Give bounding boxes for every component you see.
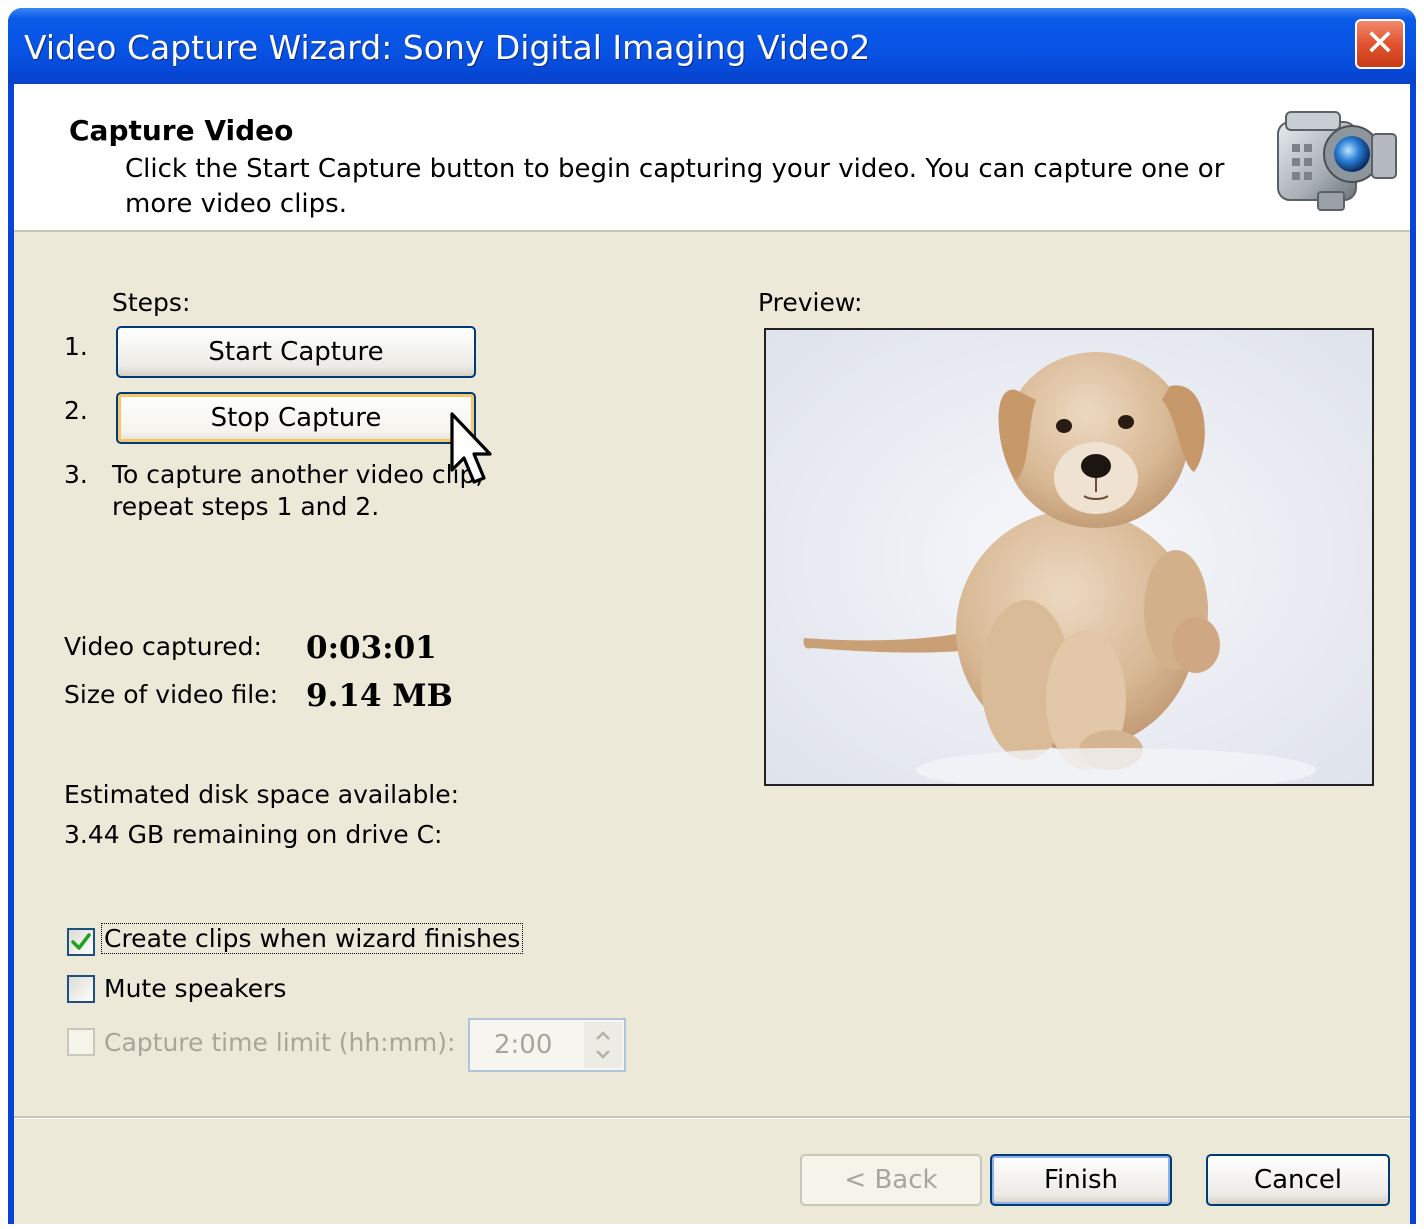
footer-separator-highlight [14,1118,1410,1119]
mute-speakers-checkbox[interactable] [67,975,95,1003]
back-button[interactable]: < Back [800,1154,982,1206]
start-capture-button[interactable]: Start Capture [116,326,476,378]
video-captured-value: 0:03:01 [306,630,437,666]
disk-space-value: 3.44 GB remaining on drive C: [64,820,443,849]
disk-space-label: Estimated disk space available: [64,780,460,809]
back-button-label: < Back [844,1165,938,1195]
file-size-label: Size of video file: [64,680,279,709]
cancel-button[interactable]: Cancel [1206,1154,1390,1206]
close-button[interactable]: ✕ [1355,19,1405,69]
preview-label: Preview: [758,288,863,317]
stepper-buttons[interactable] [584,1022,622,1068]
step-1-number: 1. [64,332,88,361]
page-description: Click the Start Capture button to begin … [125,154,1225,219]
finish-button[interactable]: Finish [990,1154,1172,1206]
mute-speakers-label[interactable]: Mute speakers [104,974,286,1003]
wizard-header: Capture Video Click the Start Capture bu… [14,84,1410,232]
time-limit-stepper[interactable]: 2:00 [468,1018,626,1072]
wizard-body: Capture Video Click the Start Capture bu… [14,84,1410,1224]
time-limit-label: Capture time limit (hh:mm): [104,1028,456,1057]
page-title: Capture Video [69,114,294,147]
title-bar[interactable]: Video Capture Wizard: Sony Digital Imagi… [8,8,1416,84]
puppy-preview-image [766,330,1372,784]
checkmark-icon [71,933,91,950]
video-captured-label: Video captured: [64,632,262,661]
start-capture-label: Start Capture [208,337,384,367]
step-3-number: 3. [64,460,88,489]
video-preview [764,328,1374,786]
finish-button-label: Finish [1043,1165,1118,1195]
step-3-text-line-1: To capture another video clip, [112,460,484,489]
video-camera-icon [1277,111,1397,211]
file-size-value: 9.14 MB [306,678,453,714]
create-clips-text: Create clips when wizard finishes [104,924,521,953]
create-clips-checkbox[interactable] [67,928,95,956]
steps-label: Steps: [112,288,191,317]
window-title: Video Capture Wizard: Sony Digital Imagi… [24,28,871,67]
time-limit-checkbox[interactable] [67,1028,95,1056]
wizard-window: Video Capture Wizard: Sony Digital Imagi… [8,8,1416,1224]
step-3-text-line-2: repeat steps 1 and 2. [112,492,380,521]
stop-capture-label: Stop Capture [210,403,382,433]
step-2-number: 2. [64,396,88,425]
close-icon: ✕ [1364,23,1396,64]
time-limit-value: 2:00 [494,1030,553,1060]
mouse-pointer-icon [450,412,492,484]
up-down-arrows-icon [596,1031,610,1059]
stop-capture-button[interactable]: Stop Capture [116,392,476,444]
create-clips-label[interactable]: Create clips when wizard finishes [100,923,524,954]
cancel-button-label: Cancel [1253,1165,1343,1195]
